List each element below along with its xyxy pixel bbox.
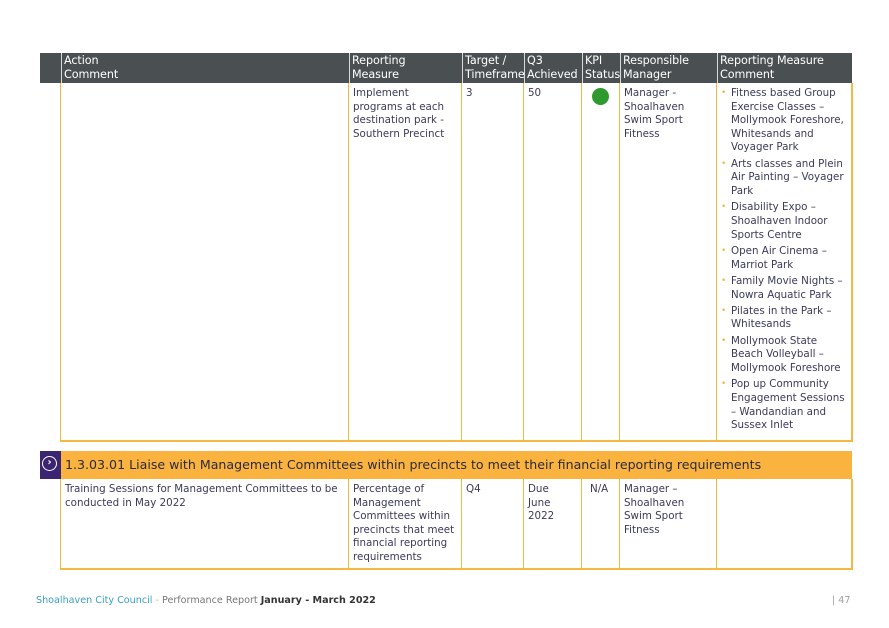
header-responsible-manager: Responsible Manager <box>620 53 717 83</box>
table-border <box>851 83 853 441</box>
header-label: Reporting <box>352 54 406 67</box>
footer-period: January - March 2022 <box>260 595 376 606</box>
header-label: Responsible <box>623 54 689 67</box>
header-label: Manager <box>623 68 672 81</box>
chevron-right-circle-icon: › <box>42 456 57 471</box>
cell-achieved: 50 <box>523 83 582 441</box>
header-label: Timeframe <box>465 68 525 81</box>
cell-kpi-status: N/A <box>581 479 620 569</box>
cell-measure-comment <box>716 479 852 569</box>
header-label: Measure <box>352 68 399 81</box>
header-label: Comment <box>720 68 775 81</box>
row-divider <box>60 440 853 442</box>
section-icon-block: › <box>40 451 61 479</box>
cell-target: 3 <box>461 83 524 441</box>
header-kpi-status: KPI Status <box>582 53 620 83</box>
measure-comment-item: Disability Expo – Shoalhaven Indoor Spor… <box>721 201 850 242</box>
header-target: Target / Timeframe <box>462 53 525 83</box>
cell-achieved: Due June 2022 <box>523 479 582 569</box>
measure-comment-item: Arts classes and Plein Air Painting – Vo… <box>721 158 850 199</box>
cell-kpi-status <box>581 83 620 441</box>
header-reporting-measure: Reporting Measure <box>349 53 462 83</box>
measure-comment-item: Pilates in the Park – Whitesands <box>721 305 850 332</box>
table-border <box>851 479 853 569</box>
page-footer: Shoalhaven City Council - Performance Re… <box>36 595 376 606</box>
header-q3-achieved: Q3 Achieved <box>524 53 582 83</box>
header-label: KPI <box>585 54 603 67</box>
cell-measure-comment: Fitness based Group Exercise Classes – M… <box>716 83 852 441</box>
footer-council: Shoalhaven City Council <box>36 595 153 606</box>
header-action-comment: Action Comment <box>61 53 349 83</box>
measure-comment-item: Family Movie Nights – Nowra Aquatic Park <box>721 275 850 302</box>
footer-separator: - <box>152 595 163 606</box>
cell-target: Q4 <box>461 479 524 569</box>
kpi-status-green-dot-icon <box>592 88 609 105</box>
measure-comment-list: Fitness based Group Exercise Classes – M… <box>721 87 850 433</box>
measure-comment-item: Pop up Community Engagement Sessions – W… <box>721 378 850 432</box>
measure-comment-item: Fitness based Group Exercise Classes – M… <box>721 87 850 155</box>
header-label: Reporting Measure <box>720 54 824 67</box>
cell-reporting-measure: Implement programs at each destination p… <box>348 83 462 441</box>
section-title: 1.3.03.01 Liaise with Management Committ… <box>61 451 852 479</box>
cell-responsible-manager: Manager – Shoalhaven Swim Sport Fitness <box>619 479 717 569</box>
header-stub <box>40 53 61 83</box>
header-label: Q3 <box>527 54 543 67</box>
cell-reporting-measure: Percentage of Management Committees with… <box>348 479 462 569</box>
cell-action-comment: Training Sessions for Management Committ… <box>60 479 349 569</box>
cell-action-comment <box>60 83 349 441</box>
measure-comment-item: Open Air Cinema – Marriot Park <box>721 245 850 272</box>
measure-comment-item: Mollymook State Beach Volleyball – Molly… <box>721 335 850 376</box>
header-measure-comment: Reporting Measure Comment <box>717 53 852 83</box>
page-number: | 47 <box>832 595 851 606</box>
header-label: Status <box>585 68 621 81</box>
cell-responsible-manager: Manager - Shoalhaven Swim Sport Fitness <box>619 83 717 441</box>
header-label: Achieved <box>527 68 578 81</box>
footer-report: Performance Report <box>162 595 261 606</box>
header-label: Comment <box>64 68 119 81</box>
header-label: Target / <box>465 54 507 67</box>
header-label: Action <box>64 54 99 67</box>
row-divider <box>60 568 853 570</box>
